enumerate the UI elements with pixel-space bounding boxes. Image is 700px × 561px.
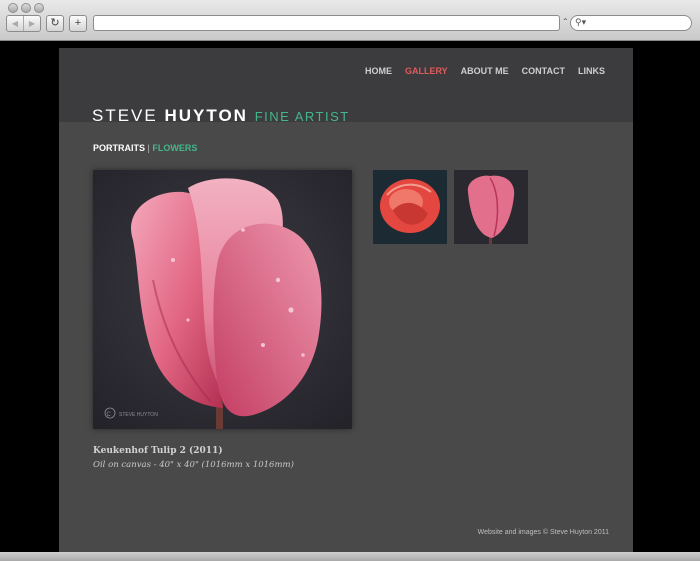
nav-contact[interactable]: CONTACT [522, 66, 565, 76]
gallery-subnav: PORTRAITS | FLOWERS [93, 143, 197, 153]
dew-drop [275, 277, 281, 283]
copyright-letter: C [107, 412, 112, 418]
site-logo[interactable]: STEVE HUYTON FINE ARTIST [92, 106, 350, 126]
search-field[interactable]: ⚲▾ [570, 15, 692, 31]
dew-drop [241, 228, 245, 232]
red-rose-thumbnail[interactable] [373, 170, 447, 244]
dew-drop [261, 343, 265, 347]
window-close-dot[interactable] [8, 3, 18, 13]
window-minimize-dot[interactable] [21, 3, 31, 13]
reload-button[interactable]: ↻ [46, 15, 64, 32]
painting-description: Oil on canvas - 40" x 40" (1016mm x 1016… [93, 460, 294, 470]
site-footer-copyright: Website and images © Steve Huyton 2011 [477, 529, 609, 536]
reload-icon: ↻ [50, 17, 60, 29]
address-menu-icon[interactable]: ⌃ [562, 17, 569, 26]
subnav-portraits[interactable]: PORTRAITS [93, 143, 145, 153]
search-icon: ⚲▾ [575, 17, 587, 27]
pink-tulip-thumbnail[interactable] [454, 170, 528, 244]
dew-drop [288, 307, 294, 313]
browser-bottom-bar [0, 552, 700, 561]
subnav-flowers[interactable]: FLOWERS [152, 143, 197, 153]
forward-arrow-icon[interactable]: ▶ [24, 16, 40, 31]
dew-drop [301, 353, 305, 357]
nav-home[interactable]: HOME [365, 66, 392, 76]
painting-title: Keukenhof Tulip 2 (2011) [93, 446, 223, 456]
main-nav: HOME GALLERY ABOUT ME CONTACT LINKS [365, 66, 605, 76]
nav-gallery[interactable]: GALLERY [405, 66, 448, 76]
dew-drop [186, 318, 190, 322]
add-bookmark-button[interactable]: + [69, 15, 87, 32]
site-header: HOME GALLERY ABOUT ME CONTACT LINKS STEV… [59, 48, 633, 125]
main-painting-tulip: C STEVE HUYTON [93, 170, 352, 429]
nav-links[interactable]: LINKS [578, 66, 605, 76]
address-bar[interactable] [93, 15, 560, 31]
back-forward-buttons: ◀ ▶ [6, 15, 41, 32]
nav-about-me[interactable]: ABOUT ME [461, 66, 509, 76]
logo-tagline: FINE ARTIST [254, 109, 350, 124]
painting-signature: STEVE HUYTON [119, 412, 158, 418]
dew-drop [171, 258, 175, 262]
browser-toolbar: ◀ ▶ ↻ + ⌃ ⚲▾ [0, 0, 700, 41]
window-zoom-dot[interactable] [34, 3, 44, 13]
website-page: HOME GALLERY ABOUT ME CONTACT LINKS STEV… [59, 48, 633, 552]
plus-icon: + [74, 17, 82, 29]
back-arrow-icon[interactable]: ◀ [7, 16, 24, 31]
logo-last-name: HUYTON [164, 106, 248, 125]
subnav-separator: | [147, 143, 150, 153]
logo-first-name: STEVE [92, 106, 158, 125]
